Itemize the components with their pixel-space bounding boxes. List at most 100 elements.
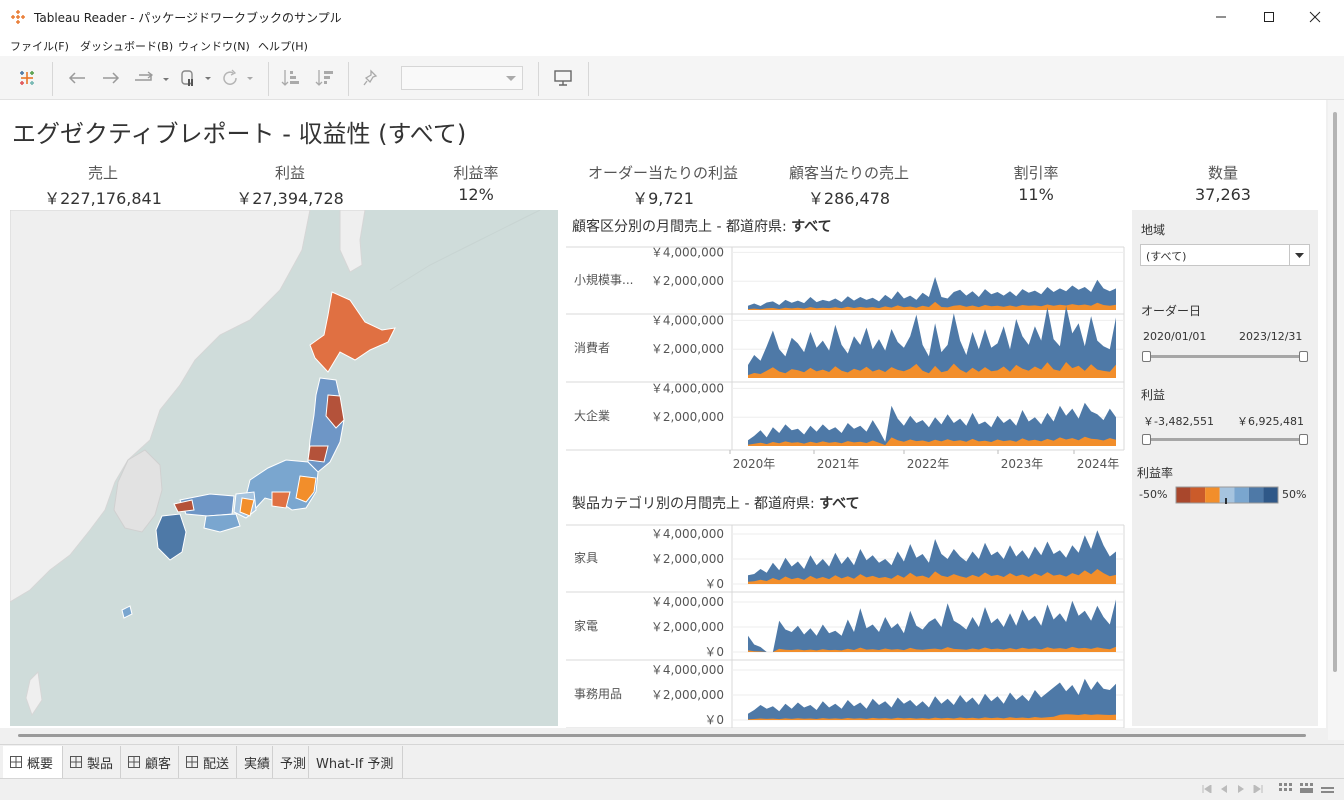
sheet-tab[interactable]: 予測 <box>273 746 309 778</box>
kpi-profit-ratio[interactable]: 利益率 12% <box>391 162 561 204</box>
kpi-profit[interactable]: 利益 ￥27,394,728 <box>205 162 375 209</box>
sheet-tab[interactable]: 概要 <box>3 746 63 778</box>
kpi-label: 割引率 <box>1013 164 1059 182</box>
refresh-icon <box>223 69 253 85</box>
kpi-sales-per-customer[interactable]: 顧客当たりの売上 ￥286,478 <box>764 162 934 209</box>
profit-ratio-legend-max: 50% <box>1282 488 1307 501</box>
data-source-button[interactable] <box>178 67 214 89</box>
sheet-tab[interactable]: What-If 予測 <box>309 746 403 778</box>
vertical-scrollbar-thumb[interactable] <box>1333 112 1337 672</box>
last-icon <box>1253 785 1263 793</box>
sheet-sorter-button[interactable] <box>1279 782 1293 796</box>
y-tick-label: ￥2,000,000 <box>651 620 724 634</box>
menu-file[interactable]: ファイル(F) <box>10 38 69 54</box>
film-strip-button[interactable] <box>1300 782 1314 796</box>
maximize-button[interactable] <box>1246 0 1292 34</box>
order-date-slider-min-handle[interactable] <box>1142 351 1151 362</box>
legend-swatch <box>1263 487 1278 503</box>
y-tick-label: ￥4,000,000 <box>651 663 724 677</box>
close-button[interactable] <box>1292 0 1338 34</box>
sales-area[interactable] <box>748 306 1116 378</box>
sales-area[interactable] <box>748 678 1116 720</box>
profit-slider-max-handle[interactable] <box>1299 434 1308 445</box>
presentation-mode-button[interactable] <box>552 67 574 89</box>
kpi-value: ￥9,721 <box>632 189 694 208</box>
tableau-home-button[interactable] <box>16 67 38 89</box>
x-tick-label: 2020年 <box>733 457 776 471</box>
category-monthly-sales-chart[interactable]: ￥4,000,000 ￥2,000,000 ￥0 家具 ￥4,000,000 ￥2,000… <box>566 524 1126 728</box>
prefecture-map[interactable] <box>10 210 558 726</box>
kyushu[interactable] <box>155 513 187 561</box>
sakhalin <box>339 210 366 273</box>
profit-max: ￥6,925,481 <box>1237 415 1304 428</box>
y-tick-label: ￥4,000,000 <box>651 527 724 541</box>
taiwan <box>25 670 43 717</box>
horizontal-scrollbar-thumb[interactable] <box>18 734 1306 737</box>
sales-area[interactable] <box>748 599 1116 653</box>
segment-monthly-sales-chart[interactable]: ￥4,000,000 ￥2,000,000 小規模事... ￥4,000,000 ￥2,… <box>566 246 1126 482</box>
highlight-combo[interactable] <box>401 66 523 90</box>
region-filter-dropdown-button[interactable] <box>1289 245 1309 265</box>
refresh-button[interactable] <box>220 67 256 89</box>
kpi-sales[interactable]: 売上 ￥227,176,841 <box>18 162 188 209</box>
chevron-down-icon <box>506 76 516 81</box>
kanto[interactable] <box>295 475 317 503</box>
profit-min: ￥-3,482,551 <box>1143 415 1214 428</box>
profit-ratio-legend-label: 利益率 <box>1137 466 1174 480</box>
previous-sheet-button[interactable] <box>1217 782 1231 796</box>
highlight-button[interactable] <box>360 67 382 89</box>
x-tick-label: 2023年 <box>1001 457 1044 471</box>
sort-ascending-button[interactable] <box>280 67 302 89</box>
menu-help[interactable]: ヘルプ(H) <box>258 38 308 54</box>
tabs-view-button[interactable] <box>1321 782 1335 796</box>
shikoku[interactable] <box>203 513 241 533</box>
filmstrip-icon <box>1300 783 1313 793</box>
profit-slider-min-handle[interactable] <box>1142 434 1151 445</box>
profit-ratio-color-legend[interactable] <box>1175 486 1279 504</box>
menu-dashboard[interactable]: ダッシュボード(B) <box>80 38 173 54</box>
tableau-logo-icon <box>11 10 25 24</box>
back-button[interactable] <box>66 67 88 89</box>
fukushima[interactable] <box>307 445 329 463</box>
kpi-quantity[interactable]: 数量 37,263 <box>1138 162 1308 204</box>
chart-title-bold: すべて <box>819 496 860 512</box>
minimize-button[interactable] <box>1198 0 1244 34</box>
kpi-discount[interactable]: 割引率 11% <box>951 162 1121 204</box>
y-tick-label: ￥2,000,000 <box>651 688 724 702</box>
next-sheet-button[interactable] <box>1234 782 1248 796</box>
grid-icon <box>1279 783 1292 791</box>
kpi-label: 売上 <box>87 164 118 182</box>
tableau-logo-icon <box>20 71 34 85</box>
dashboard-grid-icon <box>186 756 198 768</box>
y-tick-label: ￥0 <box>704 645 724 659</box>
sheet-tab[interactable]: 製品 <box>63 746 121 778</box>
sheet-tab[interactable]: 配送 <box>179 746 237 778</box>
sheet-tab[interactable]: 顧客 <box>121 746 179 778</box>
order-date-slider-max-handle[interactable] <box>1299 351 1308 362</box>
okinawa[interactable] <box>121 605 133 619</box>
kpi-profit-per-order[interactable]: オーダー当たりの利益 ￥9,721 <box>578 162 748 209</box>
dashboard-grid-icon <box>10 756 22 768</box>
sheet-tab-label: 概要 <box>27 756 54 772</box>
last-sheet-button[interactable] <box>1251 782 1265 796</box>
japan-map[interactable] <box>10 210 558 726</box>
order-date-slider-track[interactable] <box>1146 355 1306 358</box>
sort-descending-button[interactable] <box>314 67 336 89</box>
arrow-left-icon <box>68 72 85 84</box>
redo-dropdown-button[interactable] <box>132 67 172 89</box>
sheet-tab[interactable]: 実績 <box>237 746 273 778</box>
region-filter-value: (すべて) <box>1146 250 1187 263</box>
shimane[interactable] <box>173 499 195 513</box>
forward-button[interactable] <box>100 67 122 89</box>
next-icon <box>1238 785 1244 793</box>
dashboard-title: エグゼクティブレポート - 収益性 (すべて) <box>12 120 467 148</box>
hokkaido[interactable] <box>309 291 396 373</box>
first-sheet-button[interactable] <box>1200 782 1214 796</box>
menu-bar: ファイル(F) ダッシュボード(B) ウィンドウ(N) ヘルプ(H) <box>0 34 1344 56</box>
y-tick-label: ￥2,000,000 <box>651 410 724 424</box>
kpi-value: 11% <box>1018 185 1054 204</box>
profit-slider-track[interactable] <box>1146 438 1306 441</box>
toolbar-separator <box>588 62 589 96</box>
category-chart-title: 製品カテゴリ別の月間売上 - 都道府県: すべて <box>572 493 860 513</box>
menu-window[interactable]: ウィンドウ(N) <box>178 38 250 54</box>
